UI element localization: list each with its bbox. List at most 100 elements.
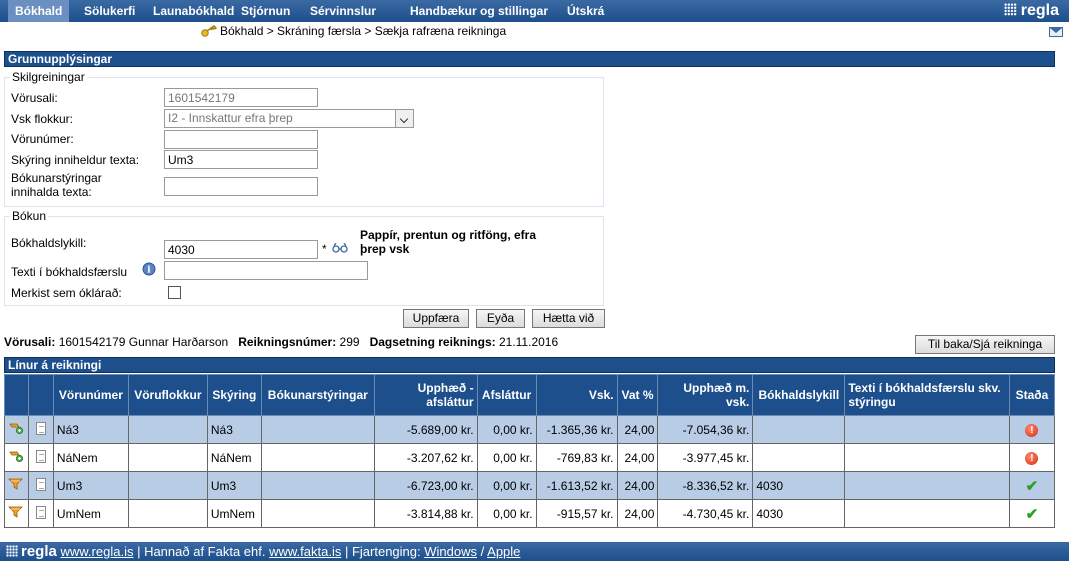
desc-label: Skýring inniheldur texta: — [11, 153, 140, 167]
cancel-button[interactable]: Hætta við — [532, 309, 605, 328]
booking-instr-input[interactable] — [164, 177, 318, 196]
row-action-cell[interactable] — [4, 471, 29, 500]
nav-solukerfi[interactable]: Sölukerfi — [77, 0, 142, 22]
cell-vat-pct: 24,00 — [616, 499, 659, 528]
cell-text — [844, 499, 1010, 528]
col-account: Bókhaldslykill — [752, 374, 846, 416]
cell-account: 4030 — [752, 499, 846, 528]
cell-vat: -1.613,52 kr. — [535, 471, 618, 500]
footer: regla www.regla.is | Hannað af Fakta ehf… — [0, 542, 1069, 561]
mail-icon[interactable] — [1049, 27, 1063, 37]
delete-button[interactable]: Eyða — [476, 309, 525, 328]
brand-logo: regla — [1003, 0, 1059, 22]
chevron-down-icon[interactable] — [395, 110, 413, 127]
row-action-cell[interactable] — [4, 415, 29, 444]
invoice-number-value: 299 — [339, 335, 360, 349]
cell-status: ✔ — [1008, 471, 1056, 500]
text-label: Texti í bókhaldsfærslu — [11, 265, 128, 279]
cell-text — [844, 415, 1010, 444]
windows-link[interactable]: Windows — [424, 544, 477, 559]
table-row[interactable]: NáNem NáNem -3.207,62 kr. 0,00 kr. -769,… — [4, 443, 1056, 472]
cell-desc: Um3 — [206, 471, 262, 500]
cell-instr — [260, 499, 375, 528]
back-button[interactable]: Til baka/Sjá reikninga — [915, 335, 1055, 354]
cell-product: UmNem — [52, 499, 129, 528]
made-by-text: | Hannað af Fakta ehf. — [137, 544, 266, 559]
top-nav: Bókhald Sölukerfi Launabókhald Stjórnun … — [0, 0, 1069, 22]
unclear-checkbox[interactable] — [168, 286, 181, 299]
vendor-input[interactable] — [164, 88, 318, 107]
invoice-vendor-label: Vörusali: — [4, 335, 56, 349]
breadcrumb: Bókhald > Skráning færsla > Sækja rafræn… — [201, 24, 506, 38]
cell-instr — [260, 443, 375, 472]
booking-instr-label-1: Bókunarstýringar — [11, 171, 102, 185]
document-icon[interactable] — [35, 421, 46, 435]
cell-vat-pct: 24,00 — [616, 415, 659, 444]
vat-select-value: I2 - Innskattur efra þrep — [168, 111, 293, 125]
error-icon: ! — [1025, 452, 1039, 465]
document-icon[interactable] — [35, 505, 46, 519]
nav-launabokhald[interactable]: Launabókhald — [146, 0, 241, 22]
cell-group — [127, 499, 208, 528]
document-icon[interactable] — [35, 477, 46, 491]
funnel-icon[interactable] — [8, 505, 24, 519]
separator: / — [480, 544, 485, 559]
apple-link[interactable]: Apple — [487, 544, 520, 559]
nav-bokhald[interactable]: Bókhald — [8, 0, 70, 22]
nav-stjornun[interactable]: Stjórnun — [234, 0, 297, 22]
invoice-lines-table: Vörunúmer Vöruflokkur Skýring Bókunarstý… — [4, 374, 1056, 528]
cell-instr — [260, 471, 375, 500]
regla-link[interactable]: www.regla.is — [60, 544, 133, 559]
funnel-icon[interactable] — [8, 477, 24, 491]
cell-desc: NáNem — [206, 443, 262, 472]
fakta-link[interactable]: www.fakta.is — [269, 544, 341, 559]
row-action-cell[interactable] — [4, 499, 29, 528]
footer-brand: regla — [21, 543, 57, 560]
invoice-vendor-value: 1601542179 Gunnar Harðarson — [58, 335, 229, 349]
cell-discount: 0,00 kr. — [476, 415, 537, 444]
col-group: Vöruflokkur — [127, 374, 208, 416]
unclear-label: Merkist sem óklárað: — [11, 286, 122, 300]
row-doc-cell[interactable] — [27, 443, 54, 472]
update-button[interactable]: Uppfæra — [403, 309, 469, 328]
check-icon: ✔ — [1025, 505, 1039, 523]
table-row[interactable]: Ná3 Ná3 -5.689,00 kr. 0,00 kr. -1.365,36… — [4, 415, 1056, 444]
brand-text: regla — [1020, 2, 1059, 19]
edit-icon[interactable] — [8, 421, 24, 435]
col-text: Texti í bókhaldsfærslu skv. stýringu — [844, 374, 1010, 416]
nav-handbaekur[interactable]: Handbækur og stillingar — [403, 0, 555, 22]
edit-icon[interactable] — [8, 449, 24, 463]
col-action — [4, 374, 29, 416]
row-doc-cell[interactable] — [27, 499, 54, 528]
vat-select[interactable]: I2 - Innskattur efra þrep — [164, 109, 414, 128]
col-desc: Skýring — [206, 374, 262, 416]
nav-servinnslur[interactable]: Sérvinnslur — [303, 0, 383, 22]
cell-status: ✔ — [1008, 499, 1056, 528]
cell-discount: 0,00 kr. — [476, 471, 537, 500]
cell-product: Um3 — [52, 471, 129, 500]
cell-amount: -3.814,88 kr. — [373, 499, 478, 528]
row-doc-cell[interactable] — [27, 415, 54, 444]
cell-vat: -769,83 kr. — [535, 443, 618, 472]
desc-input[interactable] — [164, 150, 318, 169]
col-vat: Vsk. — [535, 374, 618, 416]
invoice-number-label: Reikningsnúmer: — [238, 335, 337, 349]
table-row[interactable]: Um3 Um3 -6.723,00 kr. 0,00 kr. -1.613,52… — [4, 471, 1056, 500]
nav-utskra[interactable]: Útskrá — [560, 0, 611, 22]
table-row[interactable]: UmNem UmNem -3.814,88 kr. 0,00 kr. -915,… — [4, 499, 1056, 528]
cell-total: -8.336,52 kr. — [657, 471, 754, 500]
document-icon[interactable] — [35, 449, 46, 463]
cell-vat-pct: 24,00 — [616, 471, 659, 500]
account-description: Pappír, prentun og ritföng, efra þrep vs… — [360, 228, 537, 256]
account-input[interactable] — [164, 240, 318, 259]
row-doc-cell[interactable] — [27, 471, 54, 500]
product-input[interactable] — [164, 130, 318, 149]
text-input[interactable] — [164, 261, 368, 280]
cell-account — [752, 443, 846, 472]
error-icon: ! — [1025, 424, 1039, 437]
glasses-icon[interactable] — [332, 243, 348, 253]
info-icon[interactable]: i — [142, 262, 156, 276]
row-action-cell[interactable] — [4, 443, 29, 472]
cell-amount: -5.689,00 kr. — [373, 415, 478, 444]
col-product: Vörunúmer — [52, 374, 129, 416]
